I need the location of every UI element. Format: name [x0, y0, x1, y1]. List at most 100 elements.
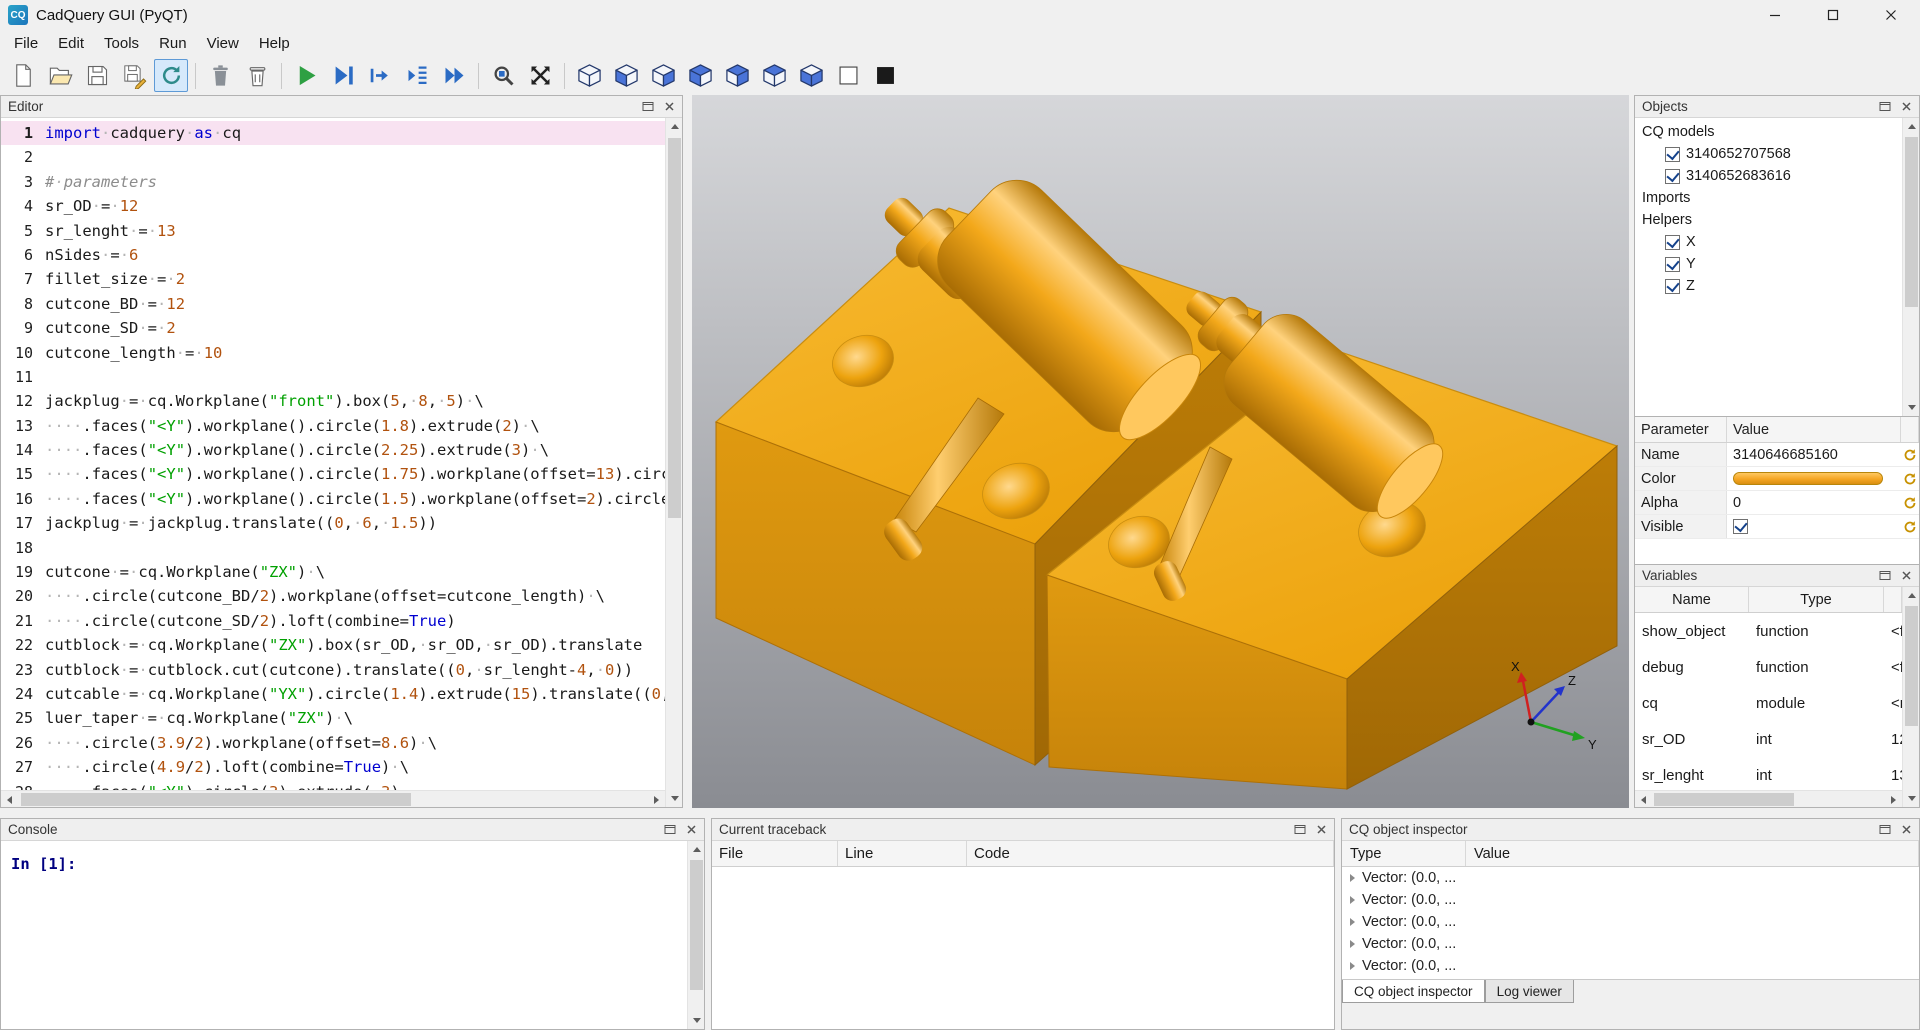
property-value[interactable]: 0	[1727, 491, 1901, 514]
inspector-row-4[interactable]: Vector: (0.0, ...	[1342, 933, 1919, 955]
visibility-checkbox[interactable]	[1665, 147, 1680, 162]
inspector-row-2[interactable]: Vector: (0.0, ...	[1342, 889, 1919, 911]
scroll-up-icon[interactable]	[1903, 587, 1920, 604]
code-line-4[interactable]: 4sr_OD·=·12	[1, 194, 665, 218]
viewport-3d[interactable]: X Z Y	[692, 95, 1629, 808]
scroll-up-icon[interactable]	[688, 841, 705, 858]
step-in-button[interactable]	[400, 59, 434, 92]
delete-button[interactable]	[203, 59, 237, 92]
delete-all-button[interactable]	[240, 59, 274, 92]
console-vscrollbar[interactable]	[687, 841, 704, 1029]
debug-button[interactable]	[326, 59, 360, 92]
scroll-up-icon[interactable]	[1903, 118, 1920, 135]
code-line-8[interactable]: 8cutcone_BD·=·12	[1, 292, 665, 316]
objects-vscrollbar[interactable]	[1902, 118, 1919, 416]
code-line-27[interactable]: 27····.circle(4.9/2).loft(combine=True)·…	[1, 755, 665, 779]
code-line-16[interactable]: 16····.faces("<Y").workplane().circle(1.…	[1, 487, 665, 511]
scroll-down-icon[interactable]	[688, 1012, 705, 1029]
code-editor[interactable]: 1import·cadquery·as·cq23#·parameters4sr_…	[1, 118, 665, 790]
code-line-11[interactable]: 11	[1, 365, 665, 389]
code-line-6[interactable]: 6nSides·=·6	[1, 243, 665, 267]
column-header-line[interactable]: Line	[838, 841, 967, 866]
column-header-value[interactable]: Value	[1727, 417, 1901, 442]
menu-file[interactable]: File	[4, 32, 48, 55]
code-line-26[interactable]: 26····.circle(3.9/2).workplane(offset=8.…	[1, 731, 665, 755]
property-value[interactable]	[1727, 515, 1901, 538]
float-panel-icon[interactable]	[1876, 568, 1894, 584]
new-button[interactable]	[6, 59, 40, 92]
scroll-left-icon[interactable]	[1635, 791, 1652, 808]
scrollbar-thumb[interactable]	[1654, 793, 1794, 806]
code-line-12[interactable]: 12jackplug·=·cq.Workplane("front").box(5…	[1, 389, 665, 413]
visibility-checkbox[interactable]	[1665, 257, 1680, 272]
code-line-10[interactable]: 10cutcone_length·=·10	[1, 341, 665, 365]
reset-button[interactable]	[1901, 467, 1919, 490]
autoreload-button[interactable]	[154, 59, 188, 92]
inspector-row-1[interactable]: Vector: (0.0, ...	[1342, 867, 1919, 889]
code-line-23[interactable]: 23cutblock·=·cutblock.cut(cutcone).trans…	[1, 658, 665, 682]
variable-row-debug[interactable]: debugfunction<f	[1635, 649, 1902, 685]
expand-chevron-icon[interactable]	[1350, 918, 1355, 926]
editor-vscrollbar[interactable]	[665, 118, 682, 807]
column-header-value[interactable]: Value	[1466, 841, 1919, 866]
variable-row-cq[interactable]: cqmodule<m	[1635, 685, 1902, 721]
tree-item-helpers[interactable]: Helpers	[1635, 209, 1902, 231]
float-panel-icon[interactable]	[1876, 822, 1894, 838]
scrollbar-thumb[interactable]	[1905, 606, 1918, 726]
open-button[interactable]	[43, 59, 77, 92]
float-panel-icon[interactable]	[1291, 822, 1309, 838]
console-input-area[interactable]: In [1]:	[1, 841, 687, 1029]
variable-row-sr_lenght[interactable]: sr_lenghtint13	[1635, 757, 1902, 790]
code-line-7[interactable]: 7fillet_size·=·2	[1, 267, 665, 291]
scrollbar-thumb[interactable]	[21, 793, 411, 806]
property-value[interactable]	[1727, 467, 1901, 490]
menu-run[interactable]: Run	[149, 32, 197, 55]
code-line-20[interactable]: 20····.circle(cutcone_BD/2).workplane(of…	[1, 584, 665, 608]
tree-item-3140652707568[interactable]: 3140652707568	[1635, 143, 1902, 165]
column-header-name[interactable]: Name	[1635, 587, 1749, 612]
inspector-row-3[interactable]: Vector: (0.0, ...	[1342, 911, 1919, 933]
menu-help[interactable]: Help	[249, 32, 300, 55]
scroll-down-icon[interactable]	[666, 790, 683, 807]
tree-item-x[interactable]: X	[1635, 231, 1902, 253]
variable-row-show_object[interactable]: show_objectfunction<f	[1635, 613, 1902, 649]
code-line-3[interactable]: 3#·parameters	[1, 170, 665, 194]
menu-tools[interactable]: Tools	[94, 32, 149, 55]
maximize-button[interactable]	[1804, 0, 1862, 30]
code-line-2[interactable]: 2	[1, 145, 665, 169]
step-button[interactable]	[363, 59, 397, 92]
inspect-button[interactable]	[486, 59, 520, 92]
expand-chevron-icon[interactable]	[1350, 962, 1355, 970]
expand-chevron-icon[interactable]	[1350, 896, 1355, 904]
visibility-checkbox[interactable]	[1665, 279, 1680, 294]
close-panel-icon[interactable]	[1897, 822, 1915, 838]
code-line-1[interactable]: 1import·cadquery·as·cq	[1, 121, 665, 145]
shaded-button[interactable]	[868, 59, 902, 92]
fit-view-button[interactable]	[523, 59, 557, 92]
tree-item-z[interactable]: Z	[1635, 275, 1902, 297]
column-header-type[interactable]: Type	[1342, 841, 1466, 866]
reset-button[interactable]	[1901, 491, 1919, 514]
property-value[interactable]: 3140646685160	[1727, 443, 1901, 466]
scrollbar-thumb[interactable]	[668, 138, 681, 518]
expand-chevron-icon[interactable]	[1350, 940, 1355, 948]
editor-hscrollbar[interactable]	[1, 790, 665, 807]
wireframe-button[interactable]	[831, 59, 865, 92]
column-header-code[interactable]: Code	[967, 841, 1334, 866]
code-line-24[interactable]: 24cutcable·=·cq.Workplane("YX").circle(1…	[1, 682, 665, 706]
view-bottom-button[interactable]	[794, 59, 828, 92]
view-top-button[interactable]	[757, 59, 791, 92]
tree-item-3140652683616[interactable]: 3140652683616	[1635, 165, 1902, 187]
reset-button[interactable]	[1901, 515, 1919, 538]
column-header-parameter[interactable]: Parameter	[1635, 417, 1727, 442]
column-header-type[interactable]: Type	[1749, 587, 1884, 612]
scroll-left-icon[interactable]	[1, 791, 18, 808]
tree-item-cq-models[interactable]: CQ models	[1635, 121, 1902, 143]
scrollbar-thumb[interactable]	[690, 860, 703, 990]
render-button[interactable]	[289, 59, 323, 92]
color-swatch[interactable]	[1733, 472, 1883, 485]
view-right-button[interactable]	[720, 59, 754, 92]
inspector-row-5[interactable]: Vector: (0.0, ...	[1342, 955, 1919, 977]
code-line-15[interactable]: 15····.faces("<Y").workplane().circle(1.…	[1, 462, 665, 486]
scroll-up-icon[interactable]	[666, 118, 683, 135]
